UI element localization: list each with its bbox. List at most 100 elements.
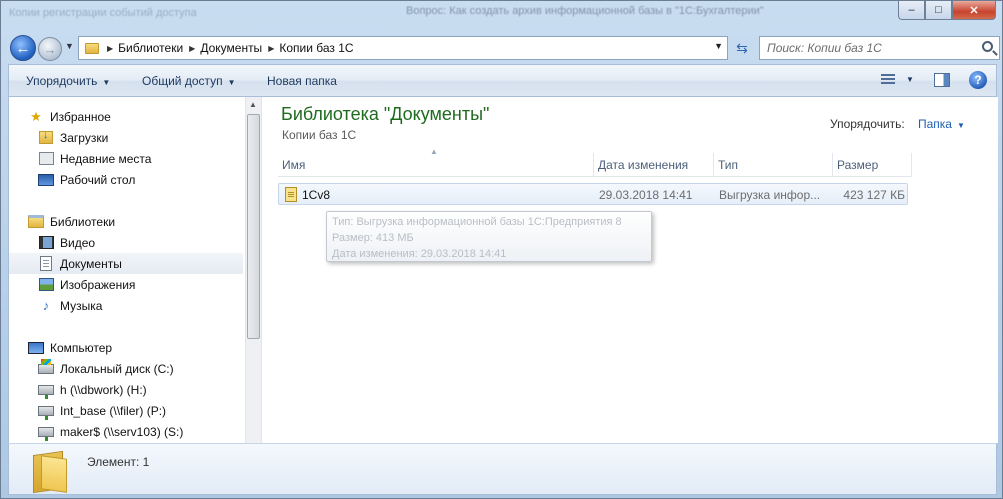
nav-desktop[interactable]: Рабочий стол (9, 169, 243, 190)
nav-downloads[interactable]: Загрузки (9, 127, 243, 148)
address-dropdown-icon[interactable]: ▼ (714, 41, 723, 51)
image-icon (38, 278, 54, 291)
address-bar[interactable]: ▶ Библиотеки ▶ Документы ▶ Копии баз 1С … (78, 36, 728, 60)
maximize-button[interactable]: □ (925, 1, 952, 20)
file-size: 423 127 КБ (843, 188, 905, 202)
new-folder-button[interactable]: Новая папка (267, 74, 337, 88)
background-window-title-2: Вопрос: Как создать архив информационной… (406, 5, 764, 17)
main-area: ★ Избранное Загрузки Недавние места Рабо… (8, 97, 998, 443)
item-count: Элемент: 1 (87, 455, 150, 469)
search-icon[interactable] (982, 41, 993, 52)
nav-favorites[interactable]: ★ Избранное (9, 106, 243, 127)
column-header-type[interactable]: Тип (714, 153, 833, 177)
breadcrumb-documents[interactable]: Документы (200, 41, 262, 55)
nav-label: Int_base (\\filer) (P:) (60, 403, 167, 418)
nav-label: Недавние места (60, 151, 152, 166)
refresh-button[interactable]: ⇆ (729, 36, 755, 60)
minimize-button[interactable]: ‒ (898, 1, 925, 20)
downloads-icon (39, 129, 53, 144)
nav-music[interactable]: ♪ Музыка (9, 295, 243, 316)
chevron-right-icon[interactable]: ▶ (107, 44, 113, 53)
help-icon[interactable]: ? (969, 71, 987, 89)
nav-video[interactable]: Видео (9, 232, 243, 253)
nav-libraries[interactable]: Библиотеки (9, 211, 243, 232)
nav-label: Библиотеки (50, 214, 116, 229)
arrow-right-icon: → (43, 41, 57, 57)
chevron-right-icon[interactable]: ▶ (189, 44, 195, 53)
breadcrumb-current[interactable]: Копии баз 1С (279, 41, 353, 55)
column-header-size[interactable]: Размер (833, 153, 912, 177)
search-input[interactable] (760, 41, 960, 55)
chevron-right-icon[interactable]: ▶ (268, 44, 274, 53)
back-button[interactable]: ← (10, 35, 36, 61)
column-header-name[interactable]: Имя (278, 153, 594, 177)
nav-label: Компьютер (50, 340, 113, 355)
document-icon (40, 256, 52, 271)
arrange-by-label: Упорядочить: (830, 117, 905, 131)
nav-computer[interactable]: Компьютер (9, 337, 243, 358)
file-row[interactable]: 1Cv8 29.03.2018 14:41 Выгрузка инфор... … (278, 183, 908, 205)
nav-scrollbar[interactable]: ▲ (245, 97, 261, 443)
folder-icon (29, 449, 69, 494)
nav-recent-places[interactable]: Недавние места (9, 148, 243, 169)
search-box[interactable] (759, 36, 1000, 60)
arrange-by-dropdown[interactable]: Папка ▼ (918, 117, 965, 131)
nav-label: Загрузки (60, 130, 109, 145)
forward-button[interactable]: → (38, 37, 62, 61)
libraries-icon (28, 215, 44, 228)
nav-images[interactable]: Изображения (9, 274, 243, 295)
nav-documents[interactable]: Документы (9, 253, 243, 274)
scrollbar-thumb[interactable] (247, 114, 260, 339)
background-window-title: Копии регистрации событий доступа (9, 7, 197, 19)
column-header-date[interactable]: Дата изменения (594, 153, 714, 177)
file-type: Выгрузка инфор... (719, 188, 821, 202)
chevron-down-icon: ▼ (102, 78, 111, 87)
share-button[interactable]: Общий доступ ▼ (142, 74, 236, 88)
tooltip-size: Размер: 413 МБ (332, 232, 414, 244)
breadcrumb-libraries[interactable]: Библиотеки (118, 41, 183, 55)
navigation-row: ← → ▼ ▶ Библиотеки ▶ Документы ▶ Копии б… (1, 33, 1002, 61)
star-icon: ★ (30, 108, 42, 124)
nav-drive-p[interactable]: Int_base (\\filer) (P:) (9, 400, 243, 421)
close-button[interactable]: ✕ (952, 1, 996, 20)
explorer-window: Копии регистрации событий доступа Вопрос… (0, 0, 1003, 499)
nav-drive-h[interactable]: h (\\dbwork) (H:) (9, 379, 243, 400)
title-bar: Копии регистрации событий доступа Вопрос… (1, 1, 1002, 31)
file-name: 1Cv8 (302, 188, 331, 202)
chevron-down-icon: ▼ (956, 121, 965, 130)
nav-label: Музыка (60, 298, 103, 313)
scroll-up-icon[interactable]: ▲ (249, 100, 257, 109)
nav-label: Избранное (50, 109, 111, 124)
file-date: 29.03.2018 14:41 (599, 188, 693, 202)
views-icon[interactable] (881, 74, 895, 86)
network-drive-icon (38, 405, 54, 420)
desktop-icon (38, 173, 54, 186)
organize-label: Упорядочить (26, 74, 98, 88)
nav-drive-c[interactable]: Локальный диск (C:) (9, 358, 243, 379)
network-drive-icon (38, 426, 54, 441)
nav-drive-s[interactable]: maker$ (\\serv103) (S:) (9, 421, 243, 442)
library-subtitle: Копии баз 1С (282, 128, 357, 142)
file-tooltip: Тип: Выгрузка информационной базы 1С:Пре… (326, 211, 652, 262)
navigation-pane: ★ Избранное Загрузки Недавние места Рабо… (9, 97, 262, 443)
chevron-down-icon[interactable]: ▼ (906, 75, 914, 84)
arrange-by-value: Папка (918, 117, 952, 131)
tooltip-date: Дата изменения: 29.03.2018 14:41 (332, 248, 507, 260)
organize-button[interactable]: Упорядочить ▼ (26, 74, 110, 88)
computer-icon (28, 341, 44, 354)
nav-label: Видео (60, 235, 96, 250)
local-disk-icon (38, 358, 54, 374)
command-bar: Упорядочить ▼ Общий доступ ▼ Новая папка ▼… (8, 64, 997, 97)
music-icon: ♪ (42, 298, 50, 313)
tooltip-type: Тип: Выгрузка информационной базы 1С:Пре… (332, 216, 622, 228)
share-label: Общий доступ (142, 74, 223, 88)
preview-pane-icon[interactable] (934, 73, 950, 87)
archive-file-icon (285, 187, 297, 202)
caption-buttons: ‒ □ ✕ (898, 1, 996, 20)
recent-pages-dropdown[interactable]: ▼ (65, 41, 74, 51)
nav-label: h (\\dbwork) (H:) (60, 382, 147, 397)
nav-label: maker$ (\\serv103) (S:) (60, 424, 184, 439)
chevron-down-icon: ▼ (227, 78, 236, 87)
file-list-pane: Библиотека "Документы" Копии баз 1С Упор… (263, 97, 998, 443)
video-icon (38, 236, 54, 249)
